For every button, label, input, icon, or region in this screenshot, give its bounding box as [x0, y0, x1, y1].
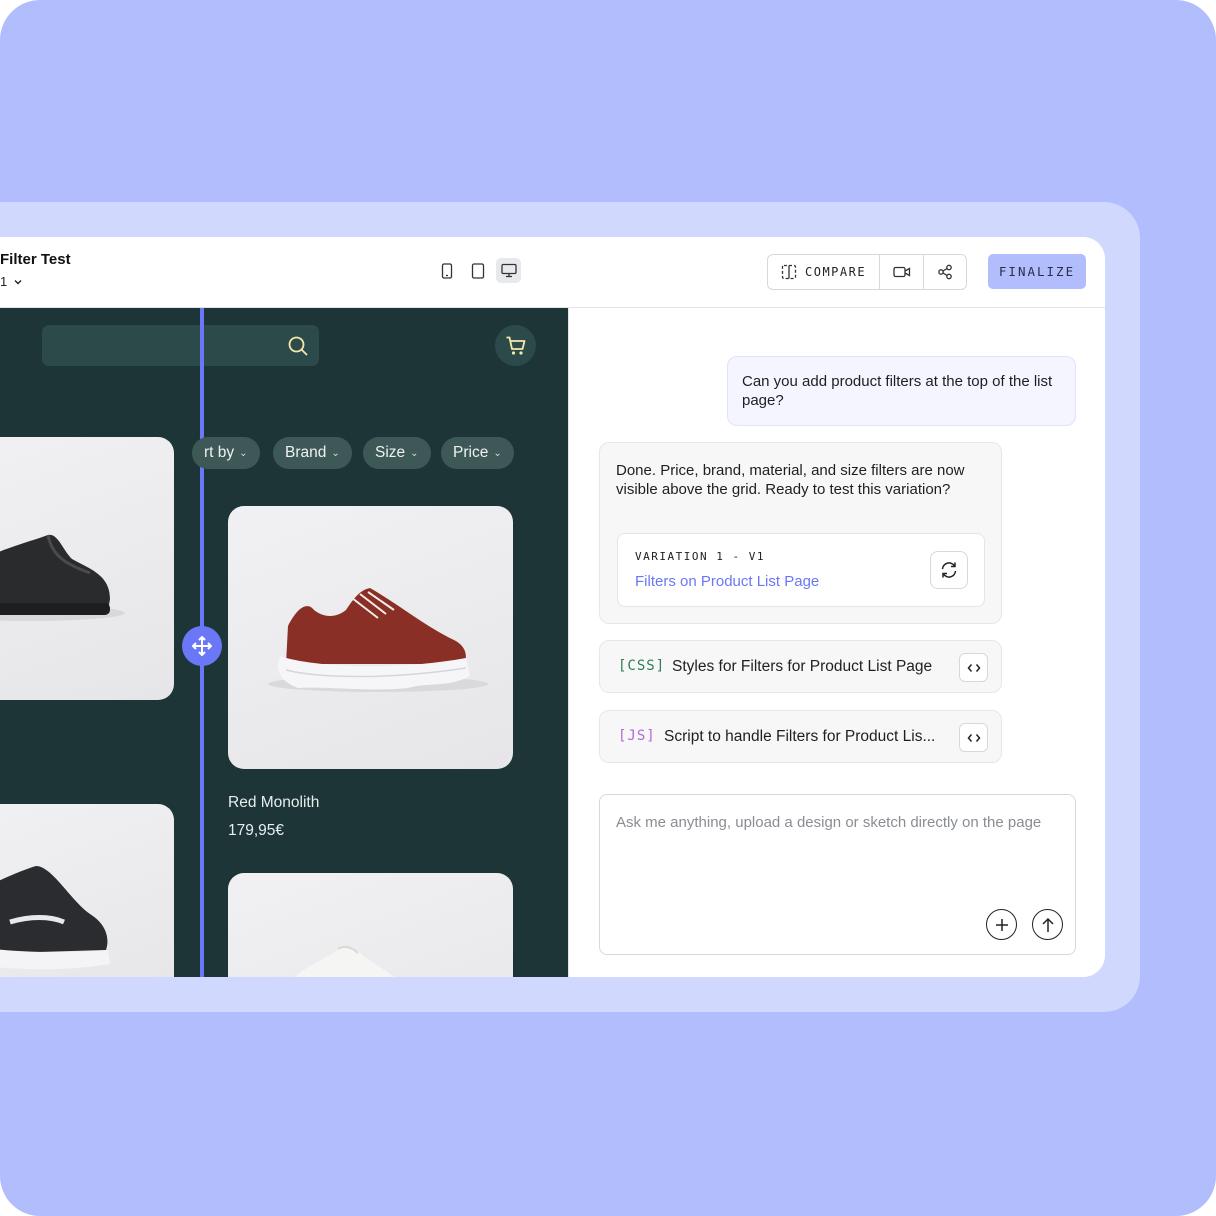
move-icon — [192, 636, 212, 656]
variation-card[interactable]: VARIATION 1 - V1 Filters on Product List… — [617, 533, 985, 607]
chevron-down-icon: ⌄ — [493, 447, 502, 459]
mobile-icon — [441, 262, 452, 279]
chevron-down-icon: ⌄ — [331, 447, 340, 459]
chat-input[interactable]: Ask me anything, upload a design or sket… — [599, 794, 1076, 955]
experiment-title: Filter Test — [0, 251, 71, 268]
filter-label: Price — [453, 444, 489, 461]
product-image — [268, 588, 488, 692]
refresh-button[interactable] — [930, 551, 968, 589]
product-price: 179,95€ — [228, 822, 285, 839]
product-image — [0, 534, 125, 621]
preview-search-bar[interactable] — [42, 325, 319, 366]
cart-icon — [506, 336, 525, 355]
attach-button[interactable] — [986, 909, 1017, 940]
code-item-js[interactable]: [JS] Script to handle Filters for Produc… — [599, 710, 1002, 763]
view-code-button[interactable] — [959, 653, 988, 682]
toolbar: COMPARE — [767, 254, 968, 290]
code-icon — [967, 663, 980, 672]
code-item-css[interactable]: [CSS] Styles for Filters for Product Lis… — [599, 640, 1002, 693]
send-button[interactable] — [1032, 909, 1063, 940]
search-icon — [288, 336, 308, 356]
compare-button[interactable]: COMPARE — [768, 255, 881, 289]
drag-handle[interactable] — [182, 626, 222, 666]
view-code-button[interactable] — [959, 723, 988, 752]
cart-button[interactable] — [495, 325, 536, 366]
product-card[interactable] — [0, 437, 174, 700]
variant-number: 1 — [0, 274, 8, 289]
code-icon — [967, 733, 980, 742]
plus-icon — [995, 918, 1008, 931]
tablet-view-button[interactable] — [465, 258, 490, 283]
share-icon — [938, 264, 952, 280]
chevron-down-icon — [14, 279, 22, 284]
product-card[interactable] — [228, 506, 513, 769]
refresh-icon — [941, 562, 957, 578]
desktop-view-button[interactable] — [496, 258, 521, 283]
app-window: Filter Test 1 COMPARE FINALIZE rt by ⌄ B… — [0, 237, 1105, 977]
product-image — [0, 866, 110, 970]
video-camera-icon — [892, 266, 910, 278]
product-card[interactable] — [228, 873, 513, 977]
chat-panel: Can you add product filters at the top o… — [568, 308, 1105, 977]
assistant-message-text: Done. Price, brand, material, and size f… — [616, 462, 965, 498]
variant-selector[interactable]: 1 — [0, 274, 23, 289]
code-title: Script to handle Filters for Product Lis… — [664, 728, 936, 745]
page-background: Filter Test 1 COMPARE FINALIZE rt by ⌄ B… — [0, 0, 1216, 1216]
code-title: Styles for Filters for Product List Page — [672, 658, 933, 675]
device-switcher — [434, 258, 521, 283]
top-bar: Filter Test 1 COMPARE FINALIZE — [0, 237, 1105, 308]
code-tag: [JS] — [618, 728, 656, 744]
desktop-icon — [500, 263, 517, 278]
compare-label: COMPARE — [805, 265, 867, 279]
arrow-up-icon — [1041, 917, 1054, 932]
code-tag: [CSS] — [618, 658, 666, 674]
variation-label: VARIATION 1 - V1 — [635, 550, 765, 563]
product-card[interactable] — [0, 804, 174, 977]
filter-label: rt by — [204, 444, 235, 461]
share-button[interactable] — [923, 255, 966, 289]
record-button[interactable] — [880, 255, 923, 289]
product-image — [294, 945, 395, 977]
assistant-message: Done. Price, brand, material, and size f… — [599, 442, 1002, 624]
filter-chip-size[interactable]: Size ⌄ — [363, 437, 431, 469]
compare-icon — [781, 264, 797, 280]
chat-input-placeholder: Ask me anything, upload a design or sket… — [616, 814, 1042, 831]
filter-label: Brand — [285, 444, 327, 461]
mobile-view-button[interactable] — [434, 258, 459, 283]
filter-label: Size — [375, 444, 406, 461]
site-preview: rt by ⌄ Brand ⌄ Size ⌄ Price ⌄ Red Monol… — [0, 308, 568, 977]
chevron-down-icon: ⌄ — [239, 447, 248, 459]
chevron-down-icon: ⌄ — [410, 447, 419, 459]
filter-chip-sort[interactable]: rt by ⌄ — [192, 437, 260, 469]
variation-link[interactable]: Filters on Product List Page — [635, 573, 819, 590]
user-message: Can you add product filters at the top o… — [727, 356, 1076, 426]
finalize-button[interactable]: FINALIZE — [988, 254, 1086, 289]
product-name: Red Monolith — [228, 794, 320, 811]
tablet-icon — [471, 262, 484, 279]
filter-chip-brand[interactable]: Brand ⌄ — [273, 437, 352, 469]
filter-chip-price[interactable]: Price ⌄ — [441, 437, 514, 469]
